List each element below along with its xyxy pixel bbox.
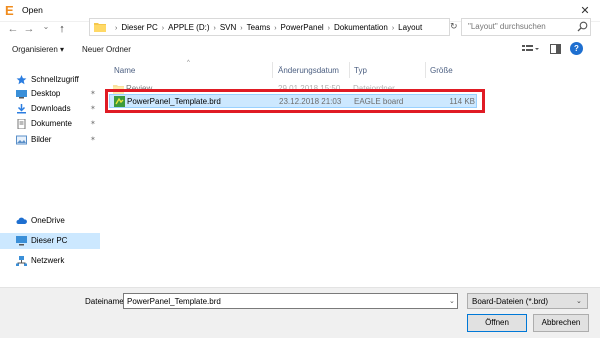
refresh-icon[interactable]: ↻ (450, 21, 458, 32)
sidebar-item-pictures[interactable]: Bilder ✶ (10, 133, 98, 147)
open-button[interactable]: Öffnen (467, 314, 527, 332)
desktop-icon (16, 89, 27, 99)
breadcrumb-separator[interactable]: › (236, 25, 246, 32)
folder-icon (94, 22, 106, 32)
breadcrumb-separator[interactable]: › (388, 25, 398, 32)
up-button[interactable]: ↑ (55, 22, 69, 36)
breadcrumb-separator[interactable]: › (270, 25, 280, 32)
cloud-icon (16, 216, 27, 226)
pictures-icon (16, 135, 27, 145)
organize-menu[interactable]: Organisieren ▾ (12, 45, 64, 54)
address-bar[interactable]: › Dieser PC › APPLE (D:) › SVN › Teams › PowerPan… (89, 18, 528, 36)
sidebar-item-documents[interactable]: Dokumente ✶ (10, 117, 98, 131)
filename-input[interactable] (123, 293, 458, 309)
sidebar-item-desktop[interactable]: Desktop ✶ (10, 87, 98, 101)
filetype-select[interactable]: Board-Dateien (*.brd) ⌄ (467, 293, 588, 309)
search-input[interactable] (468, 22, 573, 31)
recent-locations-button[interactable]: ⌄ (39, 20, 53, 34)
column-divider[interactable] (349, 62, 350, 78)
sidebar-item-quick-access[interactable]: Schnellzugriff (10, 73, 98, 87)
cancel-button[interactable]: Abbrechen (533, 314, 589, 332)
search-box[interactable] (461, 18, 591, 36)
search-icon[interactable] (577, 21, 588, 32)
sidebar-item-downloads[interactable]: Downloads ✶ (10, 102, 98, 116)
column-header-size[interactable]: Größe (430, 66, 453, 75)
pin-icon: ✶ (90, 136, 96, 143)
breadcrumb-item[interactable]: Dieser PC (121, 23, 157, 32)
preview-pane-icon[interactable] (550, 44, 561, 54)
sidebar-item-onedrive[interactable]: OneDrive (10, 214, 98, 228)
breadcrumb-item[interactable]: SVN (220, 23, 236, 32)
network-icon (16, 256, 27, 266)
breadcrumb-separator[interactable]: › (209, 25, 219, 32)
filename-dropdown-icon[interactable]: ⌄ (449, 297, 455, 305)
back-button[interactable]: ← (6, 22, 20, 36)
breadcrumb-separator[interactable]: › (111, 25, 121, 32)
column-divider[interactable] (425, 62, 426, 78)
breadcrumb-item[interactable]: Dokumentation (334, 23, 388, 32)
filename-label: Dateiname: (85, 297, 126, 306)
window-title: Open (22, 5, 43, 15)
column-header-name[interactable]: Name (114, 66, 135, 75)
forward-button[interactable]: → (22, 22, 36, 36)
pin-icon: ✶ (90, 105, 96, 112)
download-icon (16, 104, 27, 114)
documents-icon (16, 119, 27, 129)
sort-indicator-icon: ^ (187, 60, 190, 66)
annotation-highlight-box (105, 89, 485, 113)
chevron-down-icon: ⌄ (576, 298, 582, 305)
column-header-type[interactable]: Typ (354, 66, 367, 75)
sidebar-item-this-pc[interactable]: Dieser PC (0, 233, 100, 249)
column-header-date[interactable]: Änderungsdatum (278, 66, 339, 75)
view-options-icon[interactable] (522, 44, 540, 54)
new-folder-button[interactable]: Neuer Ordner (82, 45, 131, 54)
app-icon: E (5, 3, 14, 18)
breadcrumb-item[interactable]: Layout (398, 23, 422, 32)
pc-icon (16, 236, 27, 246)
breadcrumb-separator[interactable]: › (324, 25, 334, 32)
help-icon[interactable]: ? (570, 42, 583, 55)
breadcrumb-item[interactable]: APPLE (D:) (168, 23, 209, 32)
pin-icon: ✶ (90, 120, 96, 127)
breadcrumb-item[interactable]: PowerPanel (281, 23, 324, 32)
column-divider[interactable] (272, 62, 273, 78)
breadcrumb-separator[interactable]: › (158, 25, 168, 32)
breadcrumb-item[interactable]: Teams (247, 23, 271, 32)
sidebar-item-network[interactable]: Netzwerk (10, 254, 98, 268)
star-icon (16, 75, 27, 85)
pin-icon: ✶ (90, 90, 96, 97)
breadcrumb: › Dieser PC › APPLE (D:) › SVN › Teams › PowerPan… (111, 23, 422, 32)
